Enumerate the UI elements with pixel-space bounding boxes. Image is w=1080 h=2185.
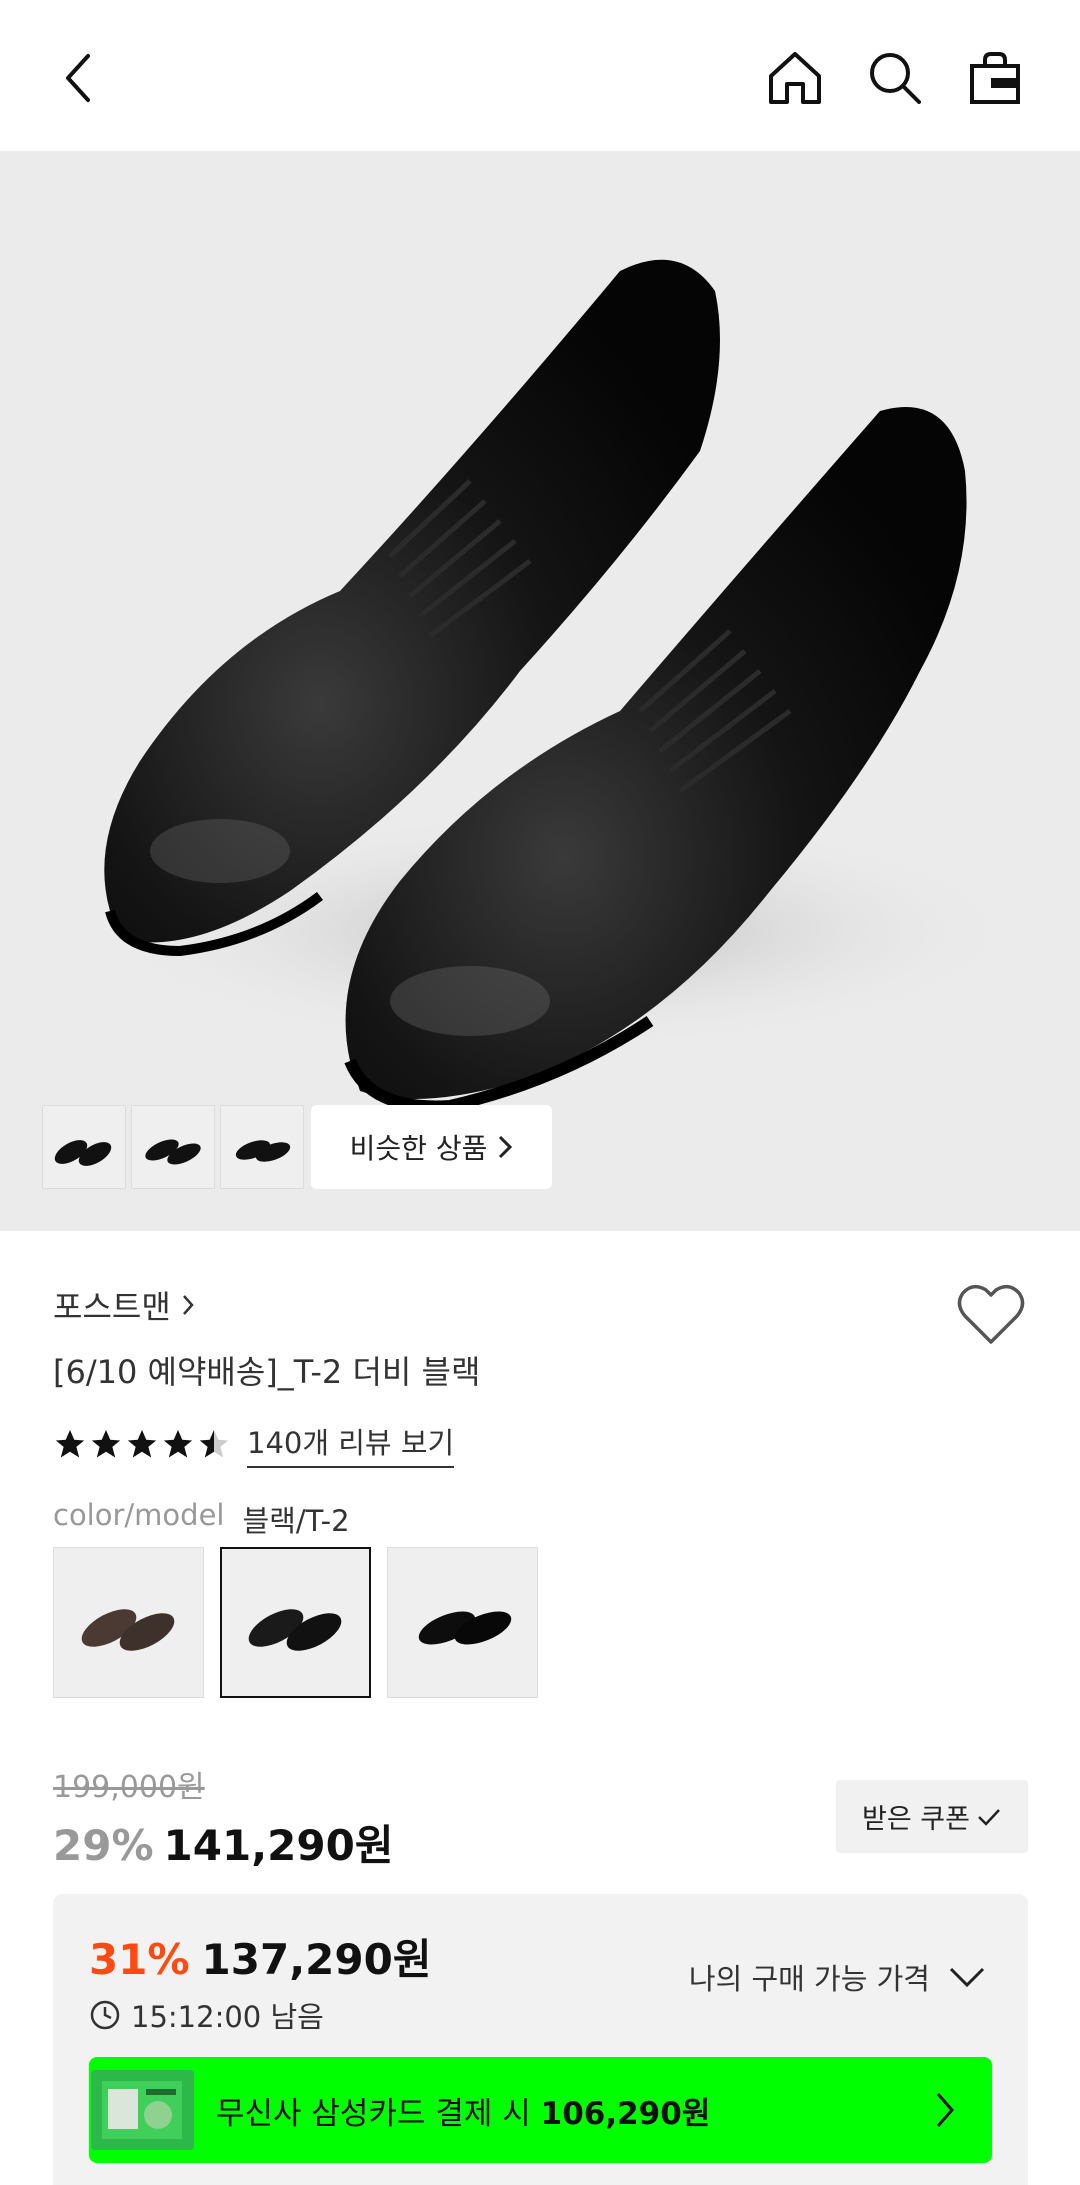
shopping-bag-icon [970, 52, 1020, 104]
best-price-row: 31% 137,290원 [89, 1926, 431, 1987]
thumbnail-strip [42, 1105, 304, 1189]
color-row: color/model 블랙/T-2 [53, 1498, 350, 1540]
shoe-thumbnail-image [145, 1139, 201, 1165]
card-benefit-price: 106,290원 [540, 2095, 711, 2132]
color-value: 블랙/T-2 [242, 1504, 350, 1538]
card-benefit-prefix: 무신사 삼성카드 결제 시 [216, 2095, 531, 2132]
shoe-swatch-image [418, 1611, 511, 1644]
card-benefit-text: 무신사 삼성카드 결제 시 106,290원 [216, 2088, 710, 2133]
best-discount-percent: 31% [89, 1935, 190, 1984]
my-price-toggle[interactable]: 나의 구매 가능 가격 [689, 1956, 986, 1998]
review-link[interactable]: 140개 리뷰 보기 [247, 1420, 455, 1468]
color-swatch-brown[interactable] [53, 1547, 204, 1698]
similar-products-label: 비슷한 상품 [349, 1132, 488, 1165]
best-price: 137,290원 [201, 1935, 432, 1984]
chevron-right-icon [182, 1295, 194, 1315]
card-benefit-banner[interactable]: 무신사 삼성카드 결제 시 106,290원 [89, 2057, 992, 2163]
cart-button[interactable] [957, 40, 1033, 116]
color-swatch-black-patent[interactable] [387, 1547, 538, 1698]
chevron-left-icon [66, 54, 90, 102]
original-price: 199,000원 [53, 1770, 205, 1805]
discount-percent: 29% [53, 1821, 154, 1870]
musinsa-card-image [91, 2070, 194, 2150]
product-image[interactable] [0, 151, 1080, 1231]
wishlist-button[interactable] [955, 1280, 1027, 1348]
home-button[interactable] [757, 40, 833, 116]
rating-stars [53, 1427, 231, 1461]
sale-price: 141,290원 [163, 1821, 394, 1870]
search-icon [870, 53, 921, 104]
star-icon [127, 1429, 157, 1458]
top-bar [0, 0, 1080, 151]
shoe-thumbnail-image [235, 1140, 291, 1162]
my-price-label: 나의 구매 가능 가격 [688, 1962, 930, 1996]
shoe-swatch-image [248, 1608, 341, 1651]
check-icon [978, 1808, 1000, 1826]
received-coupon-button[interactable]: 받은 쿠폰 [836, 1780, 1028, 1853]
shoe-thumbnail-image [54, 1140, 112, 1166]
heart-icon [957, 1284, 1025, 1344]
brand-link[interactable]: 포스트맨 [53, 1282, 195, 1328]
color-label: color/model [53, 1498, 225, 1532]
shoe-swatch-image [81, 1608, 174, 1651]
sale-price-row: 29% 141,290원 [53, 1812, 393, 1873]
thumbnail-3[interactable] [220, 1105, 304, 1189]
clock-icon [90, 2000, 120, 2030]
timer-text: 15:12:00 남음 [131, 2000, 324, 2034]
benefit-box: 31% 137,290원 15:12:00 남음 나의 구매 가능 가격 무신사… [53, 1894, 1028, 2185]
color-swatch-black[interactable] [220, 1547, 371, 1698]
star-half-icon [199, 1429, 229, 1458]
star-icon [91, 1429, 121, 1458]
similar-products-button[interactable]: 비슷한 상품 [311, 1105, 552, 1189]
brand-name: 포스트맨 [53, 1288, 171, 1326]
star-icon [163, 1429, 193, 1458]
chevron-right-icon [936, 2093, 954, 2127]
search-button[interactable] [857, 40, 933, 116]
product-title: [6/10 예약배송]_T-2 더비 블랙 [53, 1353, 481, 1391]
star-icon [55, 1429, 85, 1458]
shoe-pair-image [90, 259, 1030, 1113]
coupon-label: 받은 쿠폰 [862, 1804, 970, 1835]
chevron-right-icon [499, 1135, 513, 1159]
color-swatches [53, 1547, 538, 1698]
card-graphic-icon [101, 2081, 182, 2139]
back-button[interactable] [42, 40, 118, 116]
thumbnail-2[interactable] [131, 1105, 215, 1189]
rating-row: 140개 리뷰 보기 [53, 1420, 455, 1468]
thumbnail-1[interactable] [42, 1105, 126, 1189]
home-icon [769, 52, 821, 104]
timer: 15:12:00 남음 [89, 1994, 324, 2036]
chevron-down-icon [949, 1967, 985, 1988]
